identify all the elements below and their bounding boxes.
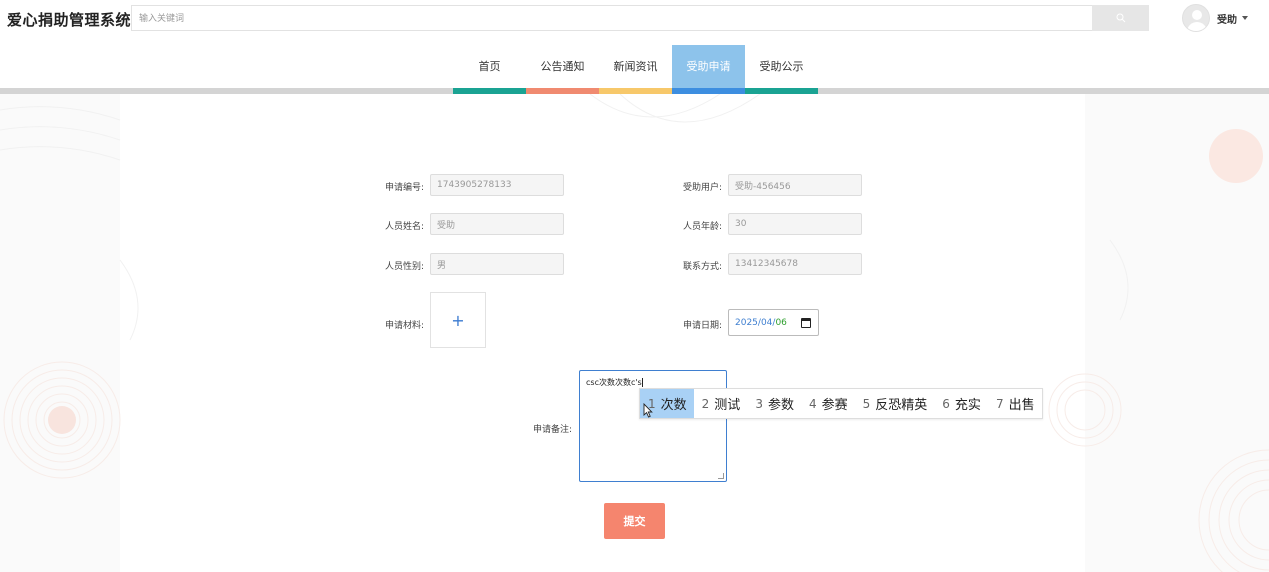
materials-label: 申请材料: (384, 321, 424, 331)
date-year[interactable]: 2025 (735, 318, 758, 328)
right-decor-panel (1085, 94, 1269, 572)
ime-candidate-text: 参数 (767, 398, 794, 413)
person-name-field[interactable]: 受助 (430, 213, 564, 235)
ime-candidate-text: 次数 (660, 398, 687, 413)
ime-candidate[interactable]: 5 反恐精英 (855, 389, 935, 418)
ime-candidate-bar: 1 次数 2 测试 3 参数 4 参赛 5 反恐精英 6 充实 7 出售 (639, 388, 1043, 419)
remark-textarea[interactable]: csc次数次数c's (579, 370, 727, 482)
nav-item-announcements[interactable]: 公告通知 (526, 45, 599, 94)
nav-item-home[interactable]: 首页 (453, 45, 526, 94)
date-day[interactable]: 06 (775, 318, 786, 328)
nav-item-label: 受助申请 (686, 60, 731, 73)
plus-icon: + (451, 310, 465, 330)
submit-button[interactable]: 提交 (604, 503, 665, 539)
main-nav: 首页 公告通知 新闻资讯 受助申请 受助公示 (453, 45, 818, 94)
ime-candidate-text: 反恐精英 (875, 398, 928, 413)
ime-candidate-text: 充实 (954, 398, 981, 413)
mouse-pointer-icon (643, 403, 653, 418)
ime-candidate[interactable]: 3 参数 (747, 389, 801, 418)
ime-candidate-number: 5 (862, 396, 871, 411)
nav-item-aid-publicity[interactable]: 受助公示 (745, 45, 818, 94)
application-no-field[interactable]: 1743905278133 (430, 174, 564, 196)
search-input[interactable] (132, 6, 1092, 30)
person-age-label: 人员年龄: (682, 222, 722, 232)
contact-label: 联系方式: (682, 262, 722, 272)
nav-stripe (745, 88, 818, 94)
ime-candidate-number: 2 (701, 396, 710, 411)
ime-candidate-number: 6 (942, 396, 950, 411)
left-decor-panel (0, 94, 120, 572)
person-gender-field[interactable]: 男 (430, 253, 564, 275)
nav-stripe (599, 88, 672, 94)
ime-candidate[interactable]: 7 出售 (988, 389, 1042, 418)
page: 爱心捐助管理系统 受助 首页 公告通知 (0, 0, 1269, 572)
contact-field[interactable]: 13412345678 (728, 253, 862, 275)
nav-stripe (672, 88, 745, 94)
nav-item-label: 受助公示 (759, 60, 804, 73)
avatar[interactable] (1182, 4, 1210, 32)
search-button[interactable] (1092, 5, 1149, 31)
person-name-label: 人员姓名: (384, 222, 424, 232)
calendar-icon[interactable] (801, 318, 811, 328)
ime-candidate[interactable]: 4 参赛 (801, 389, 855, 418)
nav-item-label: 新闻资讯 (613, 60, 658, 73)
person-age-field[interactable]: 30 (728, 213, 862, 235)
nav-item-label: 首页 (478, 60, 501, 73)
text-cursor (641, 378, 643, 387)
apply-date-input[interactable]: 2025/04/06 (728, 309, 819, 336)
application-no-label: 申请编号: (384, 183, 424, 193)
ime-candidate-text: 参赛 (821, 398, 848, 413)
upload-materials-button[interactable]: + (430, 292, 486, 348)
ime-candidate[interactable]: 2 测试 (694, 389, 748, 418)
header: 爱心捐助管理系统 受助 (0, 0, 1269, 38)
aided-user-field[interactable]: 受助-456456 (728, 174, 862, 196)
nav-item-aid-application[interactable]: 受助申请 (672, 45, 745, 94)
apply-date-label: 申请日期: (682, 321, 722, 331)
ime-candidate-text: 测试 (714, 398, 741, 413)
search-icon (1116, 13, 1125, 23)
date-month[interactable]: 04 (761, 318, 772, 328)
remark-text-wrap: csc次数次数c's (586, 377, 643, 388)
aided-user-label: 受助用户: (682, 183, 722, 193)
ime-candidate-number: 3 (755, 396, 763, 411)
user-menu[interactable]: 受助 (1182, 4, 1248, 32)
site-logo-title[interactable]: 爱心捐助管理系统 (7, 9, 131, 30)
ime-candidate-number: 7 (995, 396, 1004, 411)
nav-stripe (453, 88, 526, 94)
person-gender-label: 人员性别: (384, 262, 424, 272)
ime-candidate[interactable]: 6 充实 (934, 389, 988, 418)
user-name[interactable]: 受助 (1217, 11, 1237, 26)
nav-stripe (526, 88, 599, 94)
chevron-down-icon[interactable] (1242, 16, 1248, 20)
remark-label: 申请备注: (532, 425, 572, 435)
search-bar (131, 5, 1149, 31)
remark-text: csc次数次数c's (586, 378, 642, 387)
ime-candidate-number: 4 (808, 396, 817, 411)
nav-item-label: 公告通知 (540, 60, 585, 73)
ime-candidate-text: 出售 (1008, 398, 1035, 413)
nav-item-news[interactable]: 新闻资讯 (599, 45, 672, 94)
resize-handle[interactable] (718, 473, 724, 479)
